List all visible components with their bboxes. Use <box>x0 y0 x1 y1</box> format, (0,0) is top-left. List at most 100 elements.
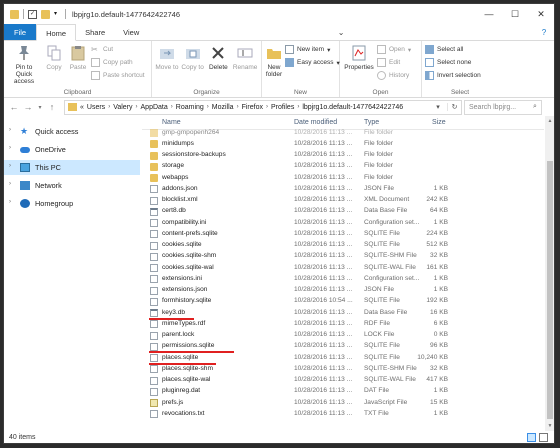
help-icon[interactable]: ? <box>534 24 554 40</box>
maximize-button[interactable]: ☐ <box>502 4 528 24</box>
column-header-type[interactable]: Type <box>364 119 379 126</box>
file-icon <box>150 185 158 194</box>
file-icon <box>150 309 158 317</box>
table-row[interactable]: parent.lock 10/28/2016 11:13 ... LOCK File… <box>142 330 544 341</box>
chevron-right-icon[interactable]: › <box>171 104 173 110</box>
address-dropdown-icon[interactable]: ▾ <box>432 103 444 111</box>
table-row[interactable]: content-prefs.sqlite 10/28/2016 11:13 ...… <box>142 228 544 239</box>
select-none-button[interactable]: Select none <box>425 57 481 68</box>
scroll-up-icon[interactable]: ▲ <box>545 116 554 126</box>
chevron-right-icon[interactable]: › <box>108 104 110 110</box>
table-row[interactable]: places.sqlite-shm 10/28/2016 11:13 ... SQL… <box>142 363 544 374</box>
nav-item-quick-access[interactable]: › ★ Quick access <box>4 124 140 139</box>
chevron-right-icon[interactable]: › <box>237 104 239 110</box>
scroll-down-icon[interactable]: ▼ <box>545 421 554 431</box>
table-row[interactable]: cookies.sqlite 10/28/2016 11:13 ... SQLITE… <box>142 240 544 251</box>
table-row[interactable]: webapps 10/28/2016 11:13 ... File folder <box>142 172 544 183</box>
breadcrumb-roaming[interactable]: Roaming <box>176 104 204 111</box>
tab-share[interactable]: Share <box>76 24 114 40</box>
recent-locations-icon[interactable]: ▾ <box>36 104 44 111</box>
minimize-button[interactable]: — <box>476 4 502 24</box>
breadcrumb-valery[interactable]: Valery <box>113 104 132 111</box>
tab-home[interactable]: Home <box>36 24 77 41</box>
close-button[interactable]: ✕ <box>528 4 554 24</box>
table-row[interactable]: cert8.db 10/28/2016 11:13 ... Data Base Fi… <box>142 206 544 217</box>
column-header-size[interactable]: Size <box>432 119 446 126</box>
breadcrumb-users[interactable]: Users <box>87 104 105 111</box>
invert-selection-button[interactable]: Invert selection <box>425 70 481 81</box>
table-row[interactable]: extensions.json 10/28/2016 11:13 ... JSON … <box>142 285 544 296</box>
history-button[interactable]: History <box>377 70 411 81</box>
nav-item-onedrive[interactable]: › OneDrive <box>4 142 140 157</box>
table-row[interactable]: permissions.sqlite 10/28/2016 11:13 ... SQ… <box>142 341 544 352</box>
chevron-right-icon[interactable]: › <box>297 104 299 110</box>
chevron-right-icon[interactable]: › <box>266 104 268 110</box>
vertical-scrollbar[interactable]: ▲ ▼ <box>545 116 554 431</box>
table-row[interactable]: cookies.sqlite-wal 10/28/2016 11:13 ... SQ… <box>142 262 544 273</box>
table-row[interactable]: gmp-gmpopenh264 10/28/2016 11:13 ... File … <box>142 127 544 138</box>
edit-button[interactable]: Edit <box>377 57 411 68</box>
chevron-right-icon[interactable]: › <box>9 199 11 205</box>
table-row[interactable]: cookies.sqlite-shm 10/28/2016 11:13 ... SQ… <box>142 251 544 262</box>
refresh-icon[interactable]: ↻ <box>447 103 461 111</box>
properties-icon[interactable]: ✓ <box>28 9 37 19</box>
edit-icon <box>377 58 386 67</box>
customize-dropdown-icon[interactable]: ▾ <box>54 10 61 19</box>
copy-path-icon <box>91 58 100 67</box>
large-icons-view-icon[interactable] <box>539 433 548 442</box>
column-header-date[interactable]: Date modified <box>294 119 337 126</box>
table-row[interactable]: sessionstore-backups 10/28/2016 11:13 ...… <box>142 150 544 161</box>
tab-file[interactable]: File <box>4 24 37 40</box>
nav-item-network[interactable]: › Network <box>4 178 140 193</box>
forward-button[interactable]: → <box>22 102 34 112</box>
breadcrumb-appdata[interactable]: AppData <box>141 104 168 111</box>
up-button[interactable]: ↑ <box>46 102 58 112</box>
file-date: 10/28/2016 11:13 ... <box>294 308 353 316</box>
select-all-button[interactable]: Select all <box>425 44 481 55</box>
address-bar[interactable]: « Users › Valery › AppData › Roaming › M… <box>64 99 462 115</box>
table-row[interactable]: minidumps 10/28/2016 11:13 ... File folder <box>142 138 544 149</box>
chevron-right-icon[interactable]: › <box>9 145 11 151</box>
chevron-right-icon[interactable]: › <box>136 104 138 110</box>
file-icon <box>150 365 158 374</box>
open-button[interactable]: Open ▾ <box>377 44 411 55</box>
table-row[interactable]: prefs.js 10/28/2016 11:13 ... JavaScript F… <box>142 397 544 408</box>
table-row[interactable]: addons.json 10/28/2016 11:13 ... JSON File… <box>142 183 544 194</box>
table-row[interactable]: places.sqlite 10/28/2016 11:13 ... SQLITE … <box>142 352 544 363</box>
table-row[interactable]: compatibility.ini 10/28/2016 11:13 ... Con… <box>142 217 544 228</box>
cut-button[interactable]: ✂ Cut <box>91 44 145 55</box>
easy-access-button[interactable]: Easy access ▾ <box>285 57 340 68</box>
expand-ribbon-icon[interactable]: ⌄ <box>331 24 351 40</box>
table-row[interactable]: formhistory.sqlite 10/28/2016 10:54 ... SQ… <box>142 296 544 307</box>
chevron-right-icon[interactable]: › <box>9 127 11 133</box>
chevron-right-icon[interactable]: › <box>207 104 209 110</box>
breadcrumb-overflow[interactable]: « <box>80 104 84 111</box>
tab-view[interactable]: View <box>114 24 148 40</box>
chevron-right-icon[interactable]: › <box>9 163 11 169</box>
table-row[interactable]: storage 10/28/2016 11:13 ... File folder <box>142 161 544 172</box>
back-button[interactable]: ← <box>8 102 20 112</box>
nav-item-homegroup[interactable]: › Homegroup <box>4 196 140 211</box>
table-row[interactable]: revocations.txt 10/28/2016 11:13 ... TXT F… <box>142 408 544 419</box>
breadcrumb-firefox[interactable]: Firefox <box>242 104 263 111</box>
new-item-button[interactable]: New item ▾ <box>285 44 340 55</box>
easy-access-label: Easy access <box>297 59 334 66</box>
table-row[interactable]: pluginreg.dat 10/28/2016 11:13 ... DAT Fil… <box>142 386 544 397</box>
paste-shortcut-button[interactable]: Paste shortcut <box>91 70 145 81</box>
chevron-right-icon[interactable]: › <box>9 181 11 187</box>
table-row[interactable]: key3.db 10/28/2016 11:13 ... Data Base Fil… <box>142 307 544 318</box>
search-input[interactable]: Search lbpjrg... ⌕ <box>464 99 542 115</box>
table-row[interactable]: extensions.ini 10/28/2016 11:13 ... Config… <box>142 273 544 284</box>
scroll-thumb[interactable] <box>547 161 553 419</box>
table-row[interactable]: places.sqlite-wal 10/28/2016 11:13 ... SQL… <box>142 375 544 386</box>
column-header-name[interactable]: Name <box>162 119 181 126</box>
table-row[interactable]: mimeTypes.rdf 10/28/2016 11:13 ... RDF Fil… <box>142 318 544 329</box>
breadcrumb-mozilla[interactable]: Mozilla <box>212 104 234 111</box>
nav-item-this-pc[interactable]: › This PC <box>4 160 140 175</box>
breadcrumb-profiles[interactable]: Profiles <box>271 104 294 111</box>
details-view-icon[interactable] <box>527 433 536 442</box>
new-folder-icon[interactable] <box>41 9 50 19</box>
copy-path-button[interactable]: Copy path <box>91 57 145 68</box>
table-row[interactable]: blocklist.xml 10/28/2016 11:13 ... XML Doc… <box>142 195 544 206</box>
breadcrumb-profile-folder[interactable]: lbpjrg1o.default-1477642422746 <box>302 104 403 111</box>
